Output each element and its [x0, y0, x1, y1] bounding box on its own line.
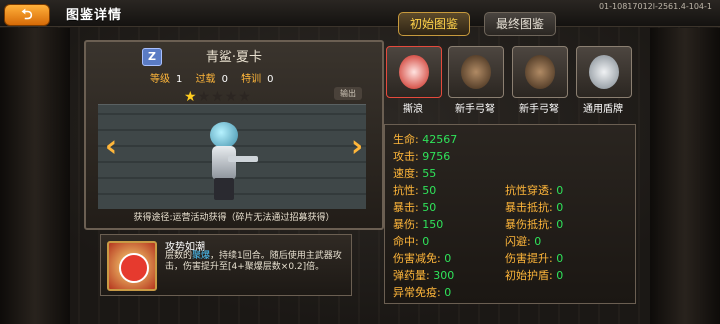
left-frame [0, 28, 70, 324]
equipment-label: 新手弓弩 [519, 104, 559, 115]
attr-resist-pierce: 抗性穿透: 0 [505, 184, 564, 197]
back-button[interactable]: ⮌ [4, 4, 50, 26]
next-arrow-icon[interactable]: › [348, 130, 366, 164]
equipment-label: 通用盾牌 [583, 104, 623, 115]
attr-hit: 命中: 0 [393, 235, 430, 248]
attr-damage-reduction: 伤害减免: 0 [393, 252, 452, 265]
attr-damage-boost: 伤害提升: 0 [505, 252, 564, 265]
attr-attack: 攻击: 9756 [393, 150, 451, 163]
attr-ammo: 弹药量: 300 [393, 269, 455, 282]
attr-debuff-immune: 异常免疫: 0 [393, 286, 452, 299]
tab-final-codex[interactable]: 最终图鉴 [484, 12, 556, 36]
equipment-slot[interactable]: 撕浪 [386, 46, 442, 116]
skill-description: 层数的聚爆，持续1回合。随后使用主武器攻击，伤害提升至[4+聚爆层数×0.2]倍… [165, 251, 342, 272]
skill-panel: 攻势如潮 层数的聚爆，持续1回合。随后使用主武器攻击，伤害提升至[4+聚爆层数×… [100, 234, 352, 296]
star-icon: ★ [238, 89, 252, 105]
stat-value: 0 [221, 74, 228, 85]
role-tag: 输出 [334, 87, 362, 100]
crossbow-icon [525, 55, 555, 89]
attr-crit: 暴击: 50 [393, 201, 437, 214]
star-icon: ★ [211, 89, 225, 105]
stat-value: 1 [176, 74, 183, 85]
attributes-panel: 生命: 42567 攻击: 9756 速度: 55 抗性: 50 暴击: 50 … [384, 124, 636, 304]
character-sprite [204, 122, 258, 202]
obtain-method: 获得途径:运营活动获得（碎片无法通过招募获得） [133, 213, 335, 223]
attr-hp: 生命: 42567 [393, 133, 458, 146]
equipment-slot[interactable]: 新手弓弩 [512, 46, 568, 116]
equipment-slot[interactable]: 通用盾牌 [576, 46, 632, 116]
attr-resist: 抗性: 50 [393, 184, 437, 197]
tab-initial-codex[interactable]: 初始图鉴 [398, 12, 470, 36]
right-frame [650, 28, 720, 324]
stat-label: 过载 [195, 74, 216, 85]
page-title: 图鉴详情 [66, 8, 123, 23]
prev-arrow-icon[interactable]: ‹ [102, 130, 120, 164]
attr-crit-resist: 暴击抵抗: 0 [505, 201, 564, 214]
star-icon: ★ [184, 89, 198, 105]
star-icon: ★ [224, 89, 239, 105]
red-gun-icon [399, 55, 429, 89]
shield-icon [589, 55, 619, 89]
star-icon: ★ [197, 89, 212, 105]
attr-initial-shield: 初始护盾: 0 [505, 269, 564, 282]
character-panel: Z 青鲨·夏卡 等级 1 过载 0 特训 0 ★★★★★ 输出 ‹ › 获得途径:运营… [84, 40, 384, 230]
top-bar: ⮌ 图鉴详情 01-10817012l-2561.4-104-1 [0, 0, 720, 27]
stat-value: 0 [267, 74, 274, 85]
attr-dodge: 闪避: 0 [505, 235, 542, 248]
stat-label: 特训 [241, 74, 262, 85]
attr-speed: 速度: 55 [393, 167, 437, 180]
star-rating: ★★★★★ [184, 90, 252, 104]
equipment-label: 新手弓弩 [455, 104, 495, 115]
character-name: 青鲨·夏卡 [205, 50, 263, 65]
equipment-slot[interactable]: 新手弓弩 [448, 46, 504, 116]
equipment-label: 撕浪 [403, 104, 423, 115]
stat-label: 等级 [150, 74, 170, 85]
keyword: 聚爆 [192, 251, 211, 261]
attr-crit-damage: 暴伤: 150 [393, 218, 444, 231]
crossbow-icon [461, 55, 491, 89]
skill-icon[interactable] [107, 241, 157, 291]
character-stats: 等级 1 过载 0 特训 0 [150, 70, 284, 85]
attr-crit-damage-resist: 暴伤抵抗: 0 [505, 218, 564, 231]
version-label: 01-10817012l-2561.4-104-1 [598, 2, 712, 11]
